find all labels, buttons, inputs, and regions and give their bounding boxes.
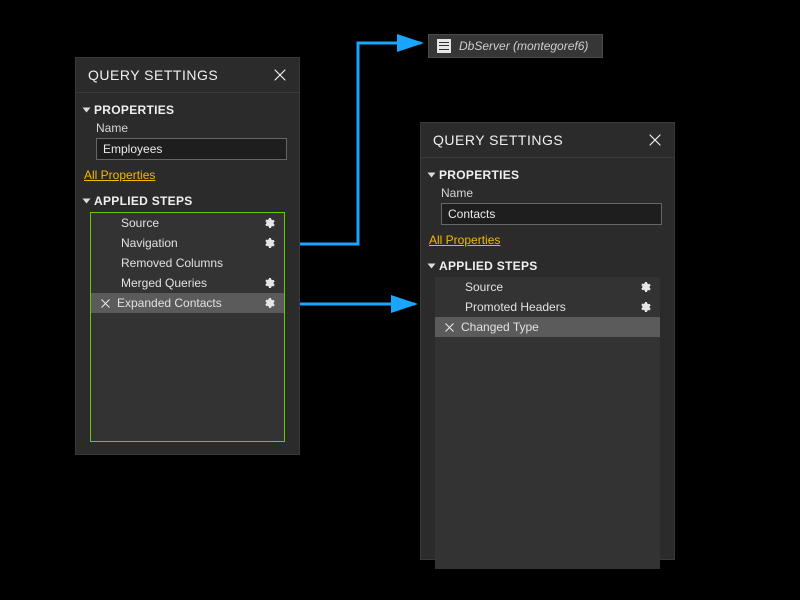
name-input[interactable] — [96, 138, 287, 160]
gear-icon[interactable] — [638, 300, 652, 314]
step-label: Expanded Contacts — [117, 296, 222, 310]
step-row[interactable]: Merged Queries — [91, 273, 284, 293]
all-properties-link[interactable]: All Properties — [429, 233, 500, 247]
step-label: Promoted Headers — [465, 300, 566, 314]
gear-icon[interactable] — [262, 216, 276, 230]
collapse-icon — [83, 108, 91, 113]
panel-title: QUERY SETTINGS — [433, 132, 563, 148]
step-label: Source — [121, 216, 159, 230]
applied-steps-section: APPLIED STEPS Source Promoted Headers Chan… — [421, 259, 674, 581]
name-label: Name — [96, 121, 291, 135]
applied-steps-list: Source Navigation Removed Columns Merged Qu… — [90, 212, 285, 442]
query-settings-panel-employees: QUERY SETTINGS PROPERTIES Name All Prope… — [75, 57, 300, 455]
db-server-node[interactable]: DbServer (montegoref6) — [428, 34, 603, 58]
step-label: Removed Columns — [121, 256, 223, 270]
step-label: Source — [465, 280, 503, 294]
applied-steps-header[interactable]: APPLIED STEPS — [84, 194, 291, 208]
step-row[interactable]: Expanded Contacts — [91, 293, 284, 313]
step-row[interactable]: Navigation — [91, 233, 284, 253]
name-input[interactable] — [441, 203, 662, 225]
collapse-icon — [428, 264, 436, 269]
gear-icon[interactable] — [638, 280, 652, 294]
step-row[interactable]: Removed Columns — [91, 253, 284, 273]
query-settings-panel-contacts: QUERY SETTINGS PROPERTIES Name All Prope… — [420, 122, 675, 560]
all-properties-link[interactable]: All Properties — [84, 168, 155, 182]
panel-title: QUERY SETTINGS — [88, 67, 218, 83]
properties-header[interactable]: PROPERTIES — [84, 103, 291, 117]
name-label: Name — [441, 186, 666, 200]
applied-steps-header[interactable]: APPLIED STEPS — [429, 259, 666, 273]
close-icon[interactable] — [646, 131, 664, 149]
step-label: Merged Queries — [121, 276, 207, 290]
db-server-label: DbServer (montegoref6) — [459, 39, 588, 53]
properties-section: PROPERTIES Name All Properties — [421, 158, 674, 255]
database-icon — [437, 39, 451, 53]
properties-header[interactable]: PROPERTIES — [429, 168, 666, 182]
step-row[interactable]: Changed Type — [435, 317, 660, 337]
step-label: Changed Type — [461, 320, 539, 334]
close-icon[interactable] — [271, 66, 289, 84]
step-row[interactable]: Source — [91, 213, 284, 233]
collapse-icon — [428, 173, 436, 178]
collapse-icon — [83, 199, 91, 204]
step-row[interactable]: Promoted Headers — [435, 297, 660, 317]
applied-steps-list: Source Promoted Headers Changed Type — [435, 277, 660, 569]
gear-icon[interactable] — [262, 276, 276, 290]
step-row[interactable]: Source — [435, 277, 660, 297]
gear-icon[interactable] — [262, 236, 276, 250]
applied-steps-section: APPLIED STEPS Source Navigation Removed Co… — [76, 194, 299, 454]
panel-header: QUERY SETTINGS — [76, 58, 299, 93]
delete-step-icon[interactable] — [443, 321, 455, 333]
properties-section: PROPERTIES Name All Properties — [76, 93, 299, 190]
step-label: Navigation — [121, 236, 178, 250]
gear-icon[interactable] — [262, 296, 276, 310]
delete-step-icon[interactable] — [99, 297, 111, 309]
panel-header: QUERY SETTINGS — [421, 123, 674, 158]
